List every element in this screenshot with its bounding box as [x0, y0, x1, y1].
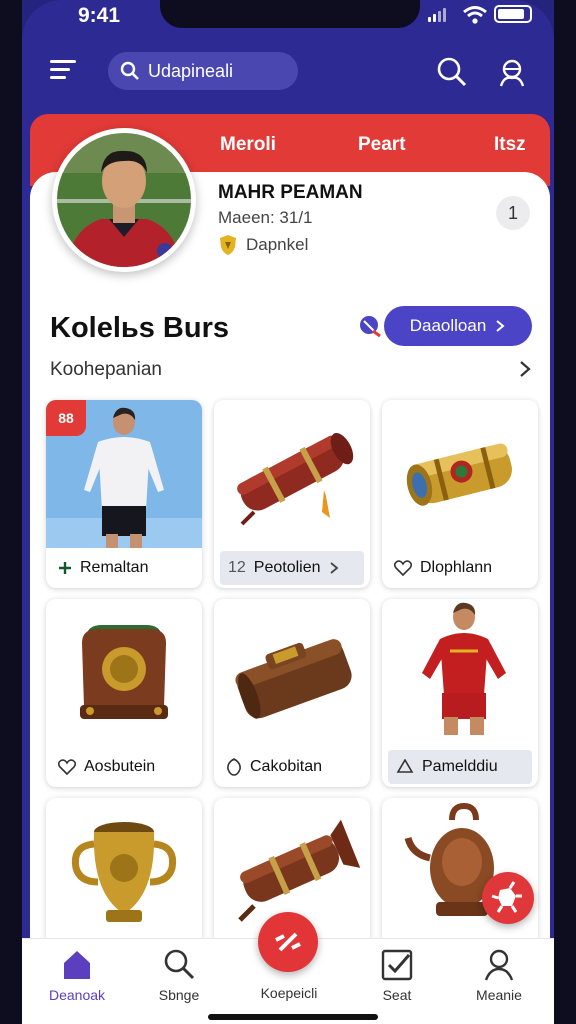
item-image-bag [46, 599, 202, 747]
section-action-button[interactable]: Daaolloan [384, 306, 532, 346]
ball-icon [491, 881, 522, 913]
phone-frame: 9:41 Udapineali Meroli Peart Itsz MAHR P… [0, 0, 576, 1024]
search-text: Udapineali [148, 60, 234, 81]
search-input[interactable]: Udapineali [108, 52, 298, 90]
search-icon[interactable] [436, 56, 468, 88]
battery-icon [494, 5, 532, 23]
nav-item-search[interactable]: Sbnge [134, 947, 224, 1003]
item-image-scroll [214, 400, 370, 548]
section-action-label: Daaolloan [409, 316, 487, 335]
search-icon [120, 61, 139, 80]
phone-bezel-left [0, 0, 22, 1024]
nav-center-button[interactable] [258, 912, 318, 972]
nav-item-tasks[interactable]: Seat [352, 947, 442, 1003]
nav-label: Koepeicli [260, 985, 318, 1001]
grid-item-label-row: Cakobitan [214, 750, 370, 784]
grid-item-6[interactable]: Pamelddiu [382, 599, 538, 787]
tab-1[interactable]: Meroli [220, 134, 276, 156]
nav-item-home[interactable]: Deanoak [32, 947, 122, 1003]
item-tag: 88 [46, 400, 86, 436]
item-image-figure [382, 599, 538, 747]
transfer-icon [275, 932, 301, 952]
grid-item-label-row: Pamelddiu [388, 750, 532, 784]
home-indicator [208, 1014, 378, 1020]
leaf-icon [227, 758, 241, 776]
heart-icon [58, 759, 76, 775]
chevron-right-icon[interactable] [516, 358, 534, 380]
checklist-icon [381, 949, 413, 981]
profile-icon [484, 949, 514, 981]
menu-icon[interactable] [50, 56, 82, 84]
nav-label: Seat [382, 987, 412, 1003]
heart-icon [394, 560, 412, 576]
grid-item-label-row: Dlophlann [382, 551, 538, 585]
status-time: 9:41 [78, 4, 121, 27]
item-image-telescope [382, 400, 538, 548]
profile-badge: Dapnkel [218, 234, 308, 256]
search-icon [164, 949, 195, 980]
nav-item-profile[interactable]: Meanie [454, 947, 544, 1003]
grid-item-prefix: 12 [228, 559, 246, 576]
profile-badge-label: Dapnkel [246, 235, 309, 254]
shield-icon [220, 235, 236, 255]
grid-item-label-row: Remaltan [46, 551, 202, 585]
plus-icon [59, 562, 71, 574]
grid-item-label: Remaltan [80, 559, 149, 576]
fab-ball-button[interactable] [482, 872, 534, 924]
screen: 9:41 Udapineali Meroli Peart Itsz MAHR P… [22, 0, 554, 1024]
tag-icon[interactable] [358, 314, 382, 338]
section-subtitle: Koohepanian [50, 359, 162, 380]
item-image-case [214, 599, 370, 747]
top-bar: Udapineali [22, 46, 554, 98]
phone-bezel-right [554, 0, 576, 1024]
grid-item-3[interactable]: Dlophlann [382, 400, 538, 588]
wifi-icon [463, 6, 487, 24]
grid-item-label-row: 12 Peotolien [220, 551, 364, 585]
grid-item-label: Peotolien [253, 559, 321, 576]
home-icon [64, 951, 90, 979]
nav-label: Deanoak [48, 987, 106, 1003]
chevron-right-icon [329, 562, 338, 574]
grid-item-1[interactable]: 88 Remaltan [46, 400, 202, 588]
avatar-photo [57, 133, 191, 267]
grid-item-4[interactable]: Aosbutein [46, 599, 202, 787]
grid-item-label: Aosbutein [84, 758, 156, 775]
profile-meta: Maeen: 31/1 [218, 208, 313, 227]
grid-item-label: Dlophlann [420, 559, 493, 576]
avatar[interactable] [52, 128, 196, 272]
grid-item-5[interactable]: Cakobitan [214, 599, 370, 787]
grid-item-label: Cakobitan [250, 758, 323, 775]
grid-item-label-row: Aosbutein [46, 750, 202, 784]
profile-name: MAHR PEAMAN [218, 182, 363, 203]
nav-label: Sbnge [158, 987, 200, 1003]
tab-2[interactable]: Peart [358, 134, 406, 156]
profile-icon[interactable] [496, 56, 528, 88]
grid-item-2[interactable]: 12 Peotolien [214, 400, 370, 588]
status-bar: 9:41 [22, 0, 554, 34]
signal-icon [428, 8, 446, 22]
chevron-right-icon [496, 320, 505, 332]
nav-item-center[interactable]: Koepeicli [244, 985, 334, 1001]
item-image-trophy [46, 798, 202, 946]
recycle-icon [396, 759, 414, 773]
nav-label: Meanie [476, 987, 522, 1003]
camera-notch [160, 0, 420, 28]
grid-item-label: Pamelddiu [422, 758, 498, 775]
profile-action-button[interactable]: 1 [496, 196, 530, 230]
section-title: Kolelьs Burs [50, 312, 229, 344]
tab-3[interactable]: Itsz [494, 134, 526, 156]
